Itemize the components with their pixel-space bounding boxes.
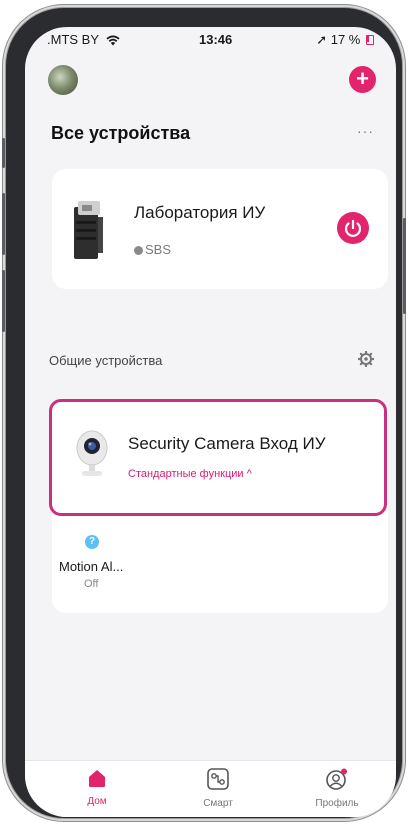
power-icon bbox=[344, 219, 362, 237]
gear-icon[interactable] bbox=[358, 351, 374, 367]
mute-switch bbox=[2, 138, 5, 168]
tab-smart-label: Смарт bbox=[203, 798, 233, 809]
home-icon bbox=[89, 770, 105, 787]
tab-profile-label: Профиль bbox=[315, 798, 359, 809]
device-name: Лаборатория ИУ bbox=[134, 203, 266, 222]
shared-devices-title: Общие устройства bbox=[49, 353, 163, 368]
volume-up-button bbox=[2, 193, 5, 255]
clock: 13:46 bbox=[199, 32, 233, 47]
battery-icon bbox=[366, 35, 374, 45]
volume-down-button bbox=[2, 270, 5, 332]
page-title: Все устройства bbox=[51, 123, 191, 143]
carrier-label: .MTS BY bbox=[47, 32, 99, 47]
tab-bar: Дом Смарт Профиль bbox=[25, 760, 396, 817]
tab-profile[interactable]: Профиль bbox=[307, 767, 367, 809]
app-screen: .MTS BY 13:46 ➚ 17 % + Все устройства ··… bbox=[25, 27, 396, 817]
add-device-button[interactable]: + bbox=[349, 66, 376, 93]
device-card[interactable]: Лаборатория ИУ SBS bbox=[52, 169, 388, 289]
carrier: .MTS BY bbox=[47, 32, 121, 47]
tab-home[interactable]: Дом bbox=[67, 767, 127, 807]
help-icon[interactable]: ? bbox=[85, 535, 99, 549]
tab-smart[interactable]: Смарт bbox=[188, 767, 248, 809]
device-image bbox=[74, 201, 103, 259]
battery-status: ➚ 17 % bbox=[316, 32, 374, 48]
status-bar: .MTS BY 13:46 ➚ 17 % bbox=[25, 27, 396, 53]
motion-alarm-label[interactable]: Motion Al... bbox=[59, 559, 123, 574]
phone-frame: .MTS BY 13:46 ➚ 17 % + Все устройства ··… bbox=[2, 8, 406, 818]
avatar[interactable] bbox=[48, 65, 78, 95]
more-icon[interactable]: ··· bbox=[357, 123, 374, 139]
smart-icon bbox=[207, 768, 229, 790]
offline-dot-icon bbox=[134, 246, 143, 255]
profile-icon bbox=[326, 768, 347, 790]
power-side-button bbox=[403, 218, 406, 314]
highlight-frame bbox=[49, 399, 387, 516]
battery-label: 17 % bbox=[330, 32, 361, 47]
motion-alarm-state: Off bbox=[84, 578, 99, 590]
tab-home-label: Дом bbox=[87, 796, 107, 807]
location-arrow-icon: ➚ bbox=[316, 32, 328, 47]
device-status-label: SBS bbox=[145, 242, 172, 257]
power-button[interactable] bbox=[337, 212, 369, 244]
wifi-icon bbox=[106, 35, 121, 46]
device-status: SBS bbox=[134, 242, 171, 257]
